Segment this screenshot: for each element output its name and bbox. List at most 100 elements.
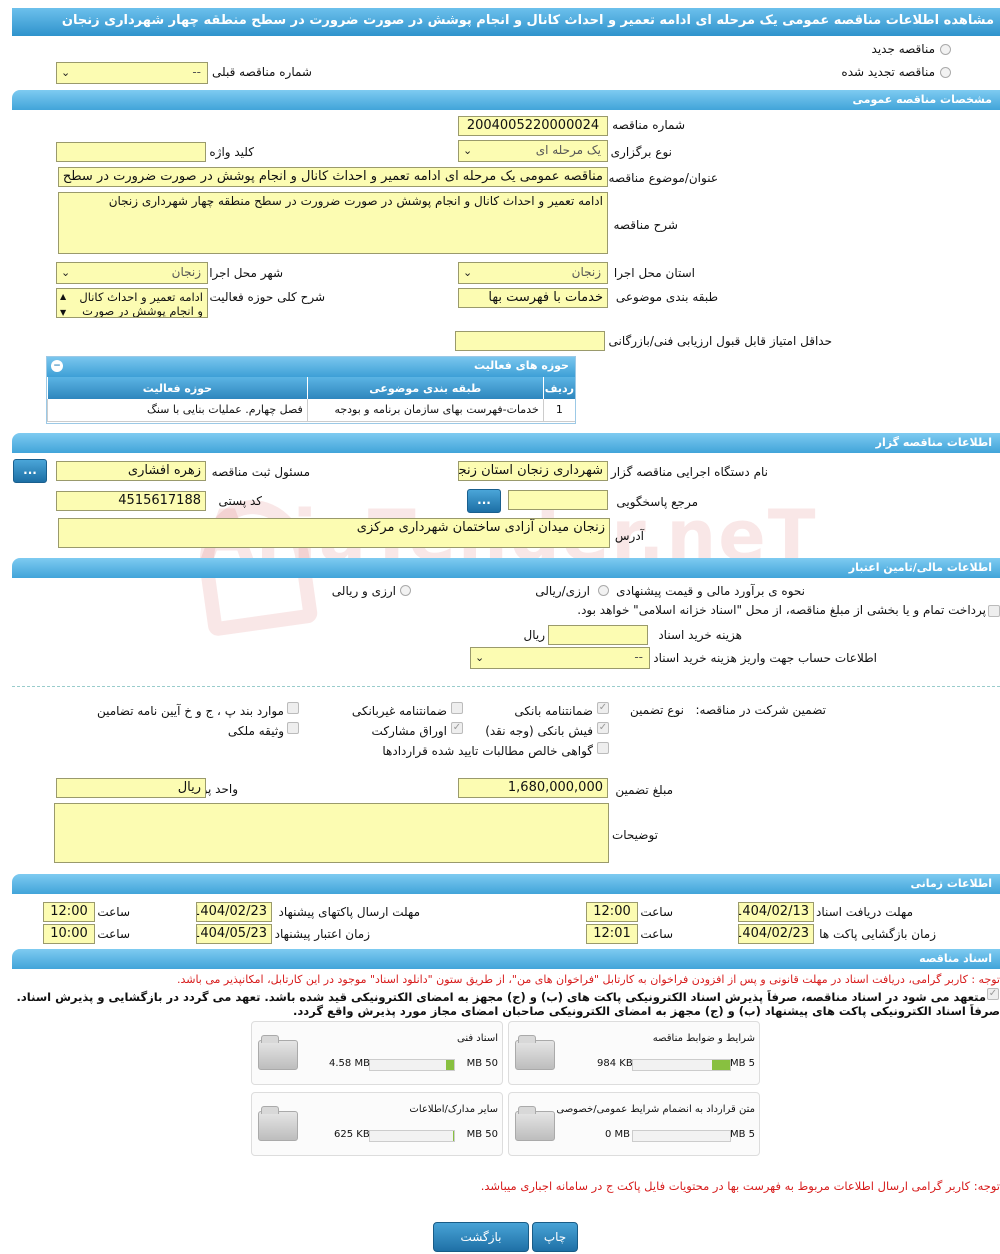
file-box[interactable]: متن قرارداد به انضمام شرایط عمومی/خصوصی … xyxy=(508,1092,760,1156)
general-section-header: مشخصات مناقصه عمومی xyxy=(12,90,1000,110)
bonds-label: اوراق مشارکت xyxy=(371,724,447,738)
registrar-label: مسئول ثبت مناقصه xyxy=(211,465,310,479)
treasury-checkbox[interactable] xyxy=(988,605,1000,617)
file-size: 0 MB xyxy=(605,1129,631,1140)
doc-cost-label: هزینه خرید اسناد xyxy=(658,628,742,642)
collapse-icon[interactable]: − xyxy=(51,360,63,372)
file-progress-bar xyxy=(632,1130,731,1142)
file-box[interactable]: اسناد فنی 50 MB 4.58 MB xyxy=(251,1021,503,1085)
file-progress-bar xyxy=(632,1059,731,1071)
holding-type-select[interactable]: یک مرحله ای ⌄ xyxy=(458,140,608,162)
file-box[interactable]: سایر مدارک/اطلاعات 50 MB 625 KB xyxy=(251,1092,503,1156)
notes-field xyxy=(54,803,609,863)
property-label: وثیقه ملکی xyxy=(227,724,284,738)
keyword-field[interactable] xyxy=(56,142,206,162)
table-row[interactable]: 1 خدمات-فهرست بهای سازمان برنامه و بودجه… xyxy=(47,399,575,422)
file-box[interactable]: شرایط و ضوابط مناقصه 5 MB 984 KB xyxy=(508,1021,760,1085)
guarantee-type-label: نوع تضمین xyxy=(630,703,684,717)
subject-field: مناقصه عمومی یک مرحله ای ادامه تعمیر و ا… xyxy=(58,167,608,187)
bank-guarantee-checkbox[interactable]: ✓ xyxy=(597,702,609,714)
timing-section-header: اطلاعات زمانی xyxy=(12,874,1000,894)
min-score-field[interactable] xyxy=(455,331,605,351)
description-field: ادامه تعمیر و احداث کانال و انجام پوشش د… xyxy=(58,192,608,254)
docs-note-3: صرفاً اسناد الکترونیکی پاکت های پیشنهاد … xyxy=(293,1004,1000,1018)
opening-time-label: زمان بازگشایی پاکت ها xyxy=(819,927,936,941)
activity-scope-text: ادامه تعمیر و احداث کانال و انجام پوشش د… xyxy=(79,290,203,318)
send-deadline-time-label: ساعت xyxy=(97,905,130,919)
activity-grid-title: حوزه های فعالیت xyxy=(474,359,569,372)
chevron-down-icon: ⌄ xyxy=(463,144,473,157)
guarantee-amount-field: 1,680,000,000 xyxy=(458,778,608,798)
claims-checkbox[interactable] xyxy=(597,742,609,754)
receive-deadline-time: 12:00 xyxy=(586,902,638,922)
bank-guarantee-label: ضمانتنامه بانکی xyxy=(514,704,593,718)
new-tender-radio[interactable] xyxy=(940,44,951,55)
validity-time-label: ساعت xyxy=(97,927,130,941)
file-progress-bar xyxy=(369,1130,455,1142)
docs-section-header: اسناد مناقصه xyxy=(12,949,1000,969)
non-bank-guarantee-label: ضمانتنامه غیربانکی xyxy=(351,704,447,718)
claims-label: گواهی خالص مطالبات تایید شده قراردادها xyxy=(382,744,593,758)
cell-row: 1 xyxy=(542,399,575,422)
registrar-more-button[interactable]: ... xyxy=(13,459,47,483)
receive-deadline-date: 1404/02/13 xyxy=(738,902,814,922)
opening-date: 1404/02/23 xyxy=(738,924,814,944)
validity-label: زمان اعتبار پیشنهاد xyxy=(274,927,370,941)
print-button[interactable]: چاپ xyxy=(532,1222,578,1252)
file-name: متن قرارداد به انضمام شرایط عمومی/خصوصی xyxy=(556,1104,755,1115)
estimate-option2-radio[interactable] xyxy=(400,585,411,596)
renewed-tender-label: مناقصه تجدید شده xyxy=(841,65,935,79)
registrar-field: زهره افشاری xyxy=(56,461,206,481)
chevron-down-icon: ⌄ xyxy=(61,66,71,79)
folder-icon xyxy=(258,1106,298,1141)
renewed-tender-radio[interactable] xyxy=(940,67,951,78)
activity-scope-label: شرح کلی حوزه فعالیت xyxy=(209,290,326,304)
org-name-label: نام دستگاه اجرایی مناقصه گزار xyxy=(610,465,768,479)
finance-section-header: اطلاعات مالی/تامین اعتبار xyxy=(12,558,1000,578)
currency-field: ریال xyxy=(56,778,206,798)
estimate-option1-radio[interactable] xyxy=(598,585,609,596)
cell-scope: فصل چهارم. عملیات بنایی با سنگ xyxy=(47,399,308,422)
org-name-field: شهرداری زنجان استان زنجان xyxy=(458,461,608,481)
non-bank-guarantee-checkbox[interactable] xyxy=(451,702,463,714)
property-checkbox[interactable] xyxy=(287,722,299,734)
file-name: شرایط و ضوابط مناقصه xyxy=(652,1033,755,1044)
province-select[interactable]: زنجان ⌄ xyxy=(458,262,608,284)
postal-code-field: 4515617188 xyxy=(56,491,206,511)
postal-code-label: کد پستی xyxy=(218,494,263,508)
address-label: آدرس xyxy=(614,529,644,543)
estimate-option1-label: ارزی/ریالی xyxy=(535,584,590,598)
city-label: شهر محل اجرا xyxy=(209,266,283,280)
account-info-select[interactable]: -- ⌄ xyxy=(470,647,650,669)
file-progress-fill xyxy=(711,1060,730,1070)
items-rule-checkbox[interactable] xyxy=(287,702,299,714)
page-title: مشاهده اطلاعات مناقصه عمومی یک مرحله ای … xyxy=(12,8,1000,36)
notes-label: توضیحات xyxy=(611,828,658,842)
prev-number-select[interactable]: -- ⌄ xyxy=(56,62,208,84)
col-scope: حوزه فعالیت xyxy=(47,377,308,399)
subject-label: عنوان/موضوع مناقصه xyxy=(608,171,718,185)
city-select[interactable]: زنجان ⌄ xyxy=(56,262,208,284)
folder-icon xyxy=(515,1106,555,1141)
keyword-label: کلید واژه xyxy=(209,145,254,159)
file-max: 5 MB xyxy=(729,1129,755,1140)
items-rule-label: موارد بند پ ، ج و خ آیین نامه تضامین xyxy=(96,704,284,718)
activity-grid-header: حوزه های فعالیت − xyxy=(47,357,575,377)
send-deadline-label: مهلت ارسال پاکتهای پیشنهاد xyxy=(278,905,420,919)
chevron-down-icon: ⌄ xyxy=(475,651,485,664)
back-button[interactable]: بازگشت xyxy=(433,1222,529,1252)
cell-category: خدمات-فهرست بهای سازمان برنامه و بودجه xyxy=(306,399,544,422)
file-name: سایر مدارک/اطلاعات xyxy=(409,1104,498,1115)
category-field: خدمات با فهرست بها xyxy=(458,288,608,308)
reference-more-button[interactable]: ... xyxy=(467,489,501,513)
activity-grid: حوزه های فعالیت − ردیف طبقه بندی موضوعی … xyxy=(46,356,576,424)
bonds-checkbox[interactable]: ✓ xyxy=(451,722,463,734)
province-label: استان محل اجرا xyxy=(613,266,695,280)
account-info-label: اطلاعات حساب جهت واریز هزینه خرید اسناد xyxy=(653,651,877,665)
scroll-down-icon[interactable]: ▼ xyxy=(60,306,66,317)
scroll-up-icon[interactable]: ▲ xyxy=(60,290,66,304)
bank-receipt-checkbox[interactable]: ✓ xyxy=(597,722,609,734)
commitment-checkbox[interactable]: ✓ xyxy=(987,988,999,1000)
file-progress-fill xyxy=(453,1131,454,1141)
send-deadline-date: 1404/02/23 xyxy=(196,902,272,922)
